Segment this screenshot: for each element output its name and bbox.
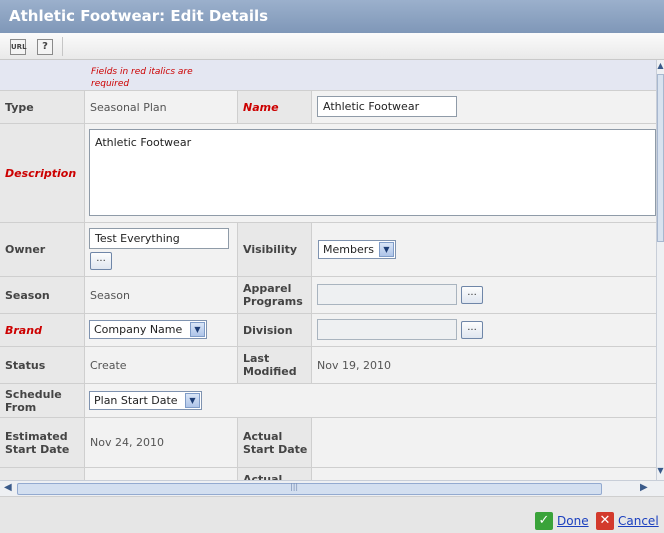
- last-modified-label: Last Modified: [238, 347, 311, 383]
- details-form: Fields in red italics are required Type …: [0, 60, 656, 480]
- toolbar: URL ?: [0, 33, 664, 60]
- last-modified-value: Nov 19, 2010: [312, 347, 656, 383]
- window-title: Athletic Footwear: Edit Details: [0, 0, 664, 33]
- apparel-programs-label: Apparel Programs: [238, 277, 311, 313]
- checkmark-icon: ✓: [535, 512, 553, 530]
- brand-label: Brand: [0, 314, 84, 346]
- done-button[interactable]: ✓ Done: [535, 512, 589, 530]
- required-note: Fields in red italics are required: [91, 67, 193, 89]
- row-status-modified: Status Create Last Modified Nov 19, 2010: [0, 347, 656, 384]
- row-schedule-from: Schedule From Plan Start Date ▼: [0, 384, 656, 418]
- owner-browse-button[interactable]: ...: [90, 252, 112, 270]
- row-description: Description Athletic Footwear: [0, 124, 656, 223]
- row-partial: Actual: [0, 468, 656, 480]
- actual-start-value: [312, 418, 656, 467]
- url-icon[interactable]: URL: [10, 39, 27, 55]
- scroll-grip-icon: |||: [290, 482, 299, 491]
- cancel-link[interactable]: Cancel: [618, 514, 659, 528]
- schedule-from-label: Schedule From: [0, 384, 84, 417]
- x-icon: ✕: [596, 512, 614, 530]
- row-brand-division: Brand Company Name ▼ Division ...: [0, 314, 656, 347]
- owner-input[interactable]: Test Everything: [89, 228, 229, 249]
- owner-label: Owner: [0, 223, 84, 276]
- schedule-from-select[interactable]: Plan Start Date ▼: [89, 391, 202, 410]
- actual-label: Actual: [238, 468, 311, 480]
- division-browse-button[interactable]: ...: [461, 321, 483, 339]
- status-label: Status: [0, 347, 84, 383]
- toolbar-separator: [62, 37, 63, 56]
- chevron-down-icon: ▼: [379, 242, 394, 257]
- scroll-down-icon[interactable]: ▼: [657, 465, 664, 477]
- footer: ✓ Done ✕ Cancel: [0, 496, 664, 533]
- row-type-name: Type Seasonal Plan Name Athletic Footwea…: [0, 91, 656, 124]
- apparel-programs-browse-button[interactable]: ...: [461, 286, 483, 304]
- cancel-button[interactable]: ✕ Cancel: [596, 512, 659, 530]
- description-label: Description: [0, 124, 84, 222]
- actual-start-label: Actual Start Date: [238, 418, 311, 467]
- description-textarea[interactable]: Athletic Footwear: [89, 129, 656, 216]
- division-label: Division: [238, 314, 311, 346]
- brand-value: Company Name: [94, 323, 183, 336]
- brand-select[interactable]: Company Name ▼: [89, 320, 207, 339]
- schedule-from-value: Plan Start Date: [94, 394, 178, 407]
- chevron-down-icon: ▼: [190, 322, 205, 337]
- scroll-up-icon[interactable]: ▲: [657, 60, 664, 72]
- visibility-select[interactable]: Members ▼: [318, 240, 396, 259]
- scroll-right-icon[interactable]: ▶: [640, 482, 648, 493]
- required-note-row: Fields in red italics are required: [0, 60, 656, 91]
- vertical-scrollbar[interactable]: ▲ ▼: [656, 60, 664, 480]
- row-owner-visibility: Owner Test Everything ... Visibility Mem…: [0, 223, 656, 277]
- horizontal-scrollbar[interactable]: ◀ ||| ▶: [0, 480, 664, 496]
- season-value: Season: [85, 277, 237, 313]
- help-icon[interactable]: ?: [37, 39, 53, 55]
- done-link[interactable]: Done: [557, 514, 589, 528]
- type-value: Seasonal Plan: [85, 91, 237, 123]
- estimated-start-label: Estimated Start Date: [0, 418, 84, 467]
- row-season-apparel: Season Season Apparel Programs ...: [0, 277, 656, 314]
- chevron-down-icon: ▼: [185, 393, 200, 408]
- vertical-scroll-thumb[interactable]: [657, 74, 664, 242]
- horizontal-scroll-thumb[interactable]: [17, 483, 602, 495]
- status-value: Create: [85, 347, 237, 383]
- visibility-value: Members: [323, 243, 374, 256]
- type-label: Type: [0, 91, 84, 123]
- division-input[interactable]: [317, 319, 457, 340]
- row-start-dates: Estimated Start Date Nov 24, 2010 Actual…: [0, 418, 656, 468]
- estimated-start-value: Nov 24, 2010: [85, 418, 237, 467]
- season-label: Season: [0, 277, 84, 313]
- apparel-programs-input[interactable]: [317, 284, 457, 305]
- name-input[interactable]: Athletic Footwear: [317, 96, 457, 117]
- scroll-left-icon[interactable]: ◀: [4, 482, 12, 493]
- name-label: Name: [238, 91, 311, 123]
- visibility-label: Visibility: [238, 223, 311, 276]
